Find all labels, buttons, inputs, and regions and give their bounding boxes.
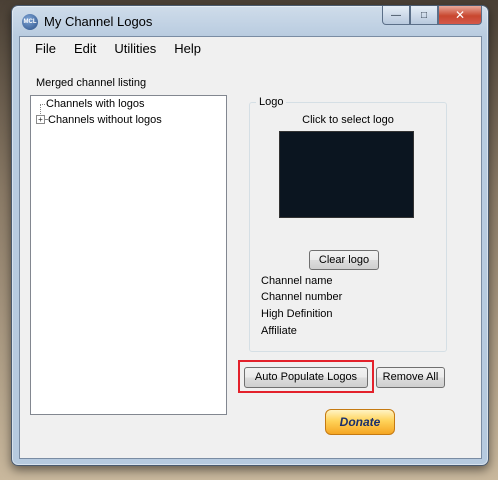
minimize-button[interactable]: — xyxy=(382,6,410,25)
window-controls: — □ ✕ xyxy=(382,6,482,26)
minimize-icon: — xyxy=(391,9,401,21)
close-button[interactable]: ✕ xyxy=(438,6,482,25)
close-icon: ✕ xyxy=(454,8,466,22)
donate-button[interactable]: Donate xyxy=(325,409,395,435)
maximize-button[interactable]: □ xyxy=(410,6,438,25)
tree-connector xyxy=(45,119,47,120)
maximize-icon: □ xyxy=(420,9,428,21)
menu-help[interactable]: Help xyxy=(165,37,210,59)
menu-utilities[interactable]: Utilities xyxy=(105,37,165,59)
channel-tree[interactable]: Channels with logos + Channels without l… xyxy=(30,95,227,415)
tree-connector xyxy=(40,104,45,105)
click-to-select-text: Click to select logo xyxy=(302,114,394,126)
app-window: MCL My Channel Logos — □ ✕ File Edit Uti… xyxy=(11,5,489,466)
menu-file[interactable]: File xyxy=(26,37,65,59)
channel-name-label: Channel name xyxy=(261,275,333,287)
tree-node-channels-without-logos[interactable]: Channels without logos xyxy=(48,114,162,126)
tree-node-channels-with-logos[interactable]: Channels with logos xyxy=(46,98,144,110)
logo-group: Logo Click to select logo Clear logo Cha… xyxy=(249,96,447,352)
client-area: File Edit Utilities Help Merged channel … xyxy=(19,36,482,459)
menu-bar: File Edit Utilities Help xyxy=(20,37,481,59)
merged-listing-label: Merged channel listing xyxy=(36,77,147,89)
menu-edit[interactable]: Edit xyxy=(65,37,105,59)
logo-group-title: Logo xyxy=(256,96,287,108)
highlight-box xyxy=(238,360,374,393)
remove-all-button[interactable]: Remove All xyxy=(376,367,445,388)
app-icon: MCL xyxy=(22,14,38,30)
clear-logo-button[interactable]: Clear logo xyxy=(309,250,379,270)
title-bar[interactable]: MCL My Channel Logos — □ ✕ xyxy=(12,6,488,36)
channel-number-label: Channel number xyxy=(261,291,343,303)
logo-preview[interactable] xyxy=(279,131,414,218)
window-title: My Channel Logos xyxy=(44,14,153,29)
expand-plus-icon[interactable]: + xyxy=(36,115,45,124)
high-definition-label: High Definition xyxy=(261,308,333,320)
affiliate-label: Affiliate xyxy=(261,325,297,337)
